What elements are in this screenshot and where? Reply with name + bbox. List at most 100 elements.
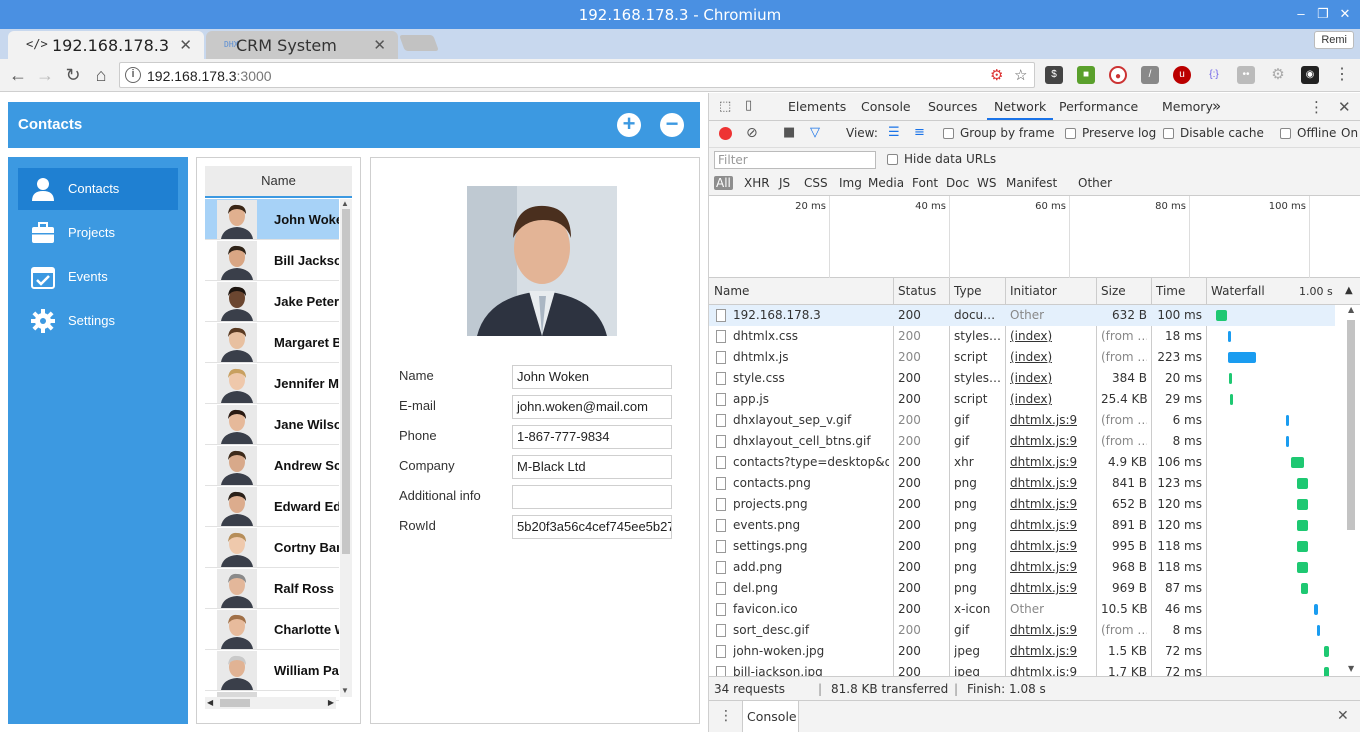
request-row[interactable]: app.js 200 script (index) 25.4 KB 29 ms [709, 389, 1335, 410]
tab-crm[interactable]: DHX CRM System ✕ [206, 31, 398, 59]
request-initiator[interactable]: dhtmlx.js:9 [1010, 581, 1077, 595]
extension-icon[interactable]: $ [1045, 66, 1063, 84]
remove-button[interactable]: − [660, 113, 684, 137]
disable-cache-checkbox[interactable] [1163, 128, 1174, 139]
col-size[interactable]: Size [1101, 284, 1126, 298]
request-initiator[interactable]: (index) [1010, 371, 1052, 385]
sidebar-item-settings[interactable]: Settings [18, 300, 178, 342]
group-by-frame-checkbox[interactable] [943, 128, 954, 139]
request-initiator[interactable]: dhtmlx.js:9 [1010, 413, 1077, 427]
request-row[interactable]: projects.png 200 png dhtmlx.js:9 652 B 120 ms [709, 494, 1335, 515]
table-row[interactable]: Jake Peters [205, 281, 339, 322]
type-filter-font[interactable]: Font [910, 176, 940, 190]
request-initiator[interactable]: (index) [1010, 392, 1052, 406]
scroll-down-icon[interactable]: ▼ [341, 686, 349, 695]
offline-checkbox[interactable] [1280, 128, 1291, 139]
scroll-down-icon[interactable]: ▼ [1348, 664, 1354, 673]
extension-gear-icon[interactable]: ⚙ [1269, 66, 1287, 84]
filter-icon[interactable]: ▽ [810, 125, 820, 140]
table-row[interactable]: Ralf Ross [205, 568, 339, 609]
grid-horizontal-scrollbar[interactable]: ◀ ▶ [205, 697, 336, 709]
request-row[interactable]: 192.168.178.3 200 docu… Other 632 B 100 ms [709, 305, 1335, 326]
type-filter-media[interactable]: Media [866, 176, 906, 190]
address-bar[interactable]: i 192.168.178.3:3000 ⚙ ☆ [119, 62, 1035, 88]
table-row[interactable]: Jennifer Mi [205, 363, 339, 404]
table-row[interactable]: John Woken [205, 199, 339, 240]
request-row[interactable]: dhtmlx.css 200 styles… (index) (from … 18 ms [709, 326, 1335, 347]
inspect-element-icon[interactable]: ⬚ [719, 99, 731, 114]
sidebar-item-events[interactable]: Events [18, 256, 178, 298]
ublock-icon[interactable]: u [1173, 66, 1191, 84]
grid-vertical-scrollbar[interactable]: ▲ ▼ [340, 199, 352, 697]
tab-elements[interactable]: Elements [788, 99, 846, 114]
request-row[interactable]: dhxlayout_sep_v.gif 200 gif dhtmlx.js:9 (fro… [709, 410, 1335, 431]
request-initiator[interactable]: dhtmlx.js:9 [1010, 518, 1077, 532]
tab-sources[interactable]: Sources [928, 99, 977, 114]
record-icon[interactable] [719, 127, 732, 140]
filter-input[interactable]: Filter [714, 151, 876, 169]
info-icon[interactable]: i [125, 67, 141, 83]
device-toolbar-icon[interactable]: ▯ [745, 98, 752, 113]
type-filter-ws[interactable]: WS [975, 176, 998, 190]
reload-icon[interactable]: ↻ [63, 65, 83, 85]
request-initiator[interactable]: dhtmlx.js:9 [1010, 497, 1077, 511]
scroll-left-icon[interactable]: ◀ [207, 698, 213, 707]
close-devtools-icon[interactable]: ✕ [1338, 98, 1351, 116]
scroll-thumb[interactable] [1347, 320, 1355, 530]
extension-icon[interactable]: •• [1237, 66, 1255, 84]
grid-header-name[interactable]: Name [205, 166, 352, 198]
list-view-icon[interactable]: ☰ [888, 125, 900, 140]
more-tabs-icon[interactable]: » [1212, 97, 1221, 115]
col-name[interactable]: Name [714, 284, 749, 298]
add-button[interactable]: + [617, 113, 641, 137]
bookmark-star-icon[interactable]: ☆ [1014, 66, 1027, 84]
throttling-select[interactable]: On [1341, 126, 1358, 140]
table-row[interactable]: Margaret B [205, 322, 339, 363]
request-initiator[interactable]: dhtmlx.js:9 [1010, 560, 1077, 574]
request-row[interactable]: dhxlayout_cell_btns.gif 200 gif dhtmlx.js:9… [709, 431, 1335, 452]
forward-icon[interactable]: → [35, 65, 55, 85]
request-row[interactable]: events.png 200 png dhtmlx.js:9 891 B 120 ms [709, 515, 1335, 536]
request-row[interactable]: contacts?type=desktop&d… 200 xhr dhtmlx.js:… [709, 452, 1335, 473]
tab-close-icon[interactable]: ✕ [373, 36, 386, 54]
type-filter-css[interactable]: CSS [802, 176, 830, 190]
additional-info-field[interactable] [512, 485, 672, 509]
table-row[interactable]: Andrew Sc [205, 445, 339, 486]
requests-scrollbar[interactable]: ▲ ▼ [1337, 305, 1360, 676]
table-row[interactable]: William Par [205, 650, 339, 691]
waterfall-view-icon[interactable]: ≡ [914, 125, 925, 140]
request-row[interactable]: contacts.png 200 png dhtmlx.js:9 841 B 123 ms [709, 473, 1335, 494]
tab-console[interactable]: Console [861, 99, 911, 114]
request-row[interactable]: style.css 200 styles… (index) 384 B 20 ms [709, 368, 1335, 389]
table-row[interactable]: Edward Ede [205, 486, 339, 527]
menu-icon[interactable]: ⋮ [1333, 66, 1351, 84]
request-row[interactable]: john-woken.jpg 200 jpeg dhtmlx.js:9 1.5 KB 72… [709, 641, 1335, 662]
profile-button[interactable]: Remi [1314, 31, 1354, 49]
type-filter-img[interactable]: Img [837, 176, 864, 190]
drawer-menu-icon[interactable]: ⋮ [719, 708, 733, 724]
scroll-thumb[interactable] [342, 209, 350, 554]
col-waterfall[interactable]: Waterfall [1211, 284, 1265, 298]
col-status[interactable]: Status [898, 284, 936, 298]
hide-data-urls-checkbox[interactable] [887, 154, 898, 165]
table-row[interactable]: Cortny Barr [205, 527, 339, 568]
devtools-menu-icon[interactable]: ⋮ [1309, 98, 1324, 116]
type-filter-doc[interactable]: Doc [944, 176, 971, 190]
e-mail-field[interactable]: john.woken@mail.com [512, 395, 672, 419]
screenshot-camera-icon[interactable]: ■ [783, 125, 795, 140]
table-row[interactable]: Charlotte W [205, 609, 339, 650]
type-filter-other[interactable]: Other [1076, 176, 1114, 190]
extension-icon[interactable]: ◉ [1301, 66, 1319, 84]
request-initiator[interactable]: dhtmlx.js:9 [1010, 476, 1077, 490]
col-initiator[interactable]: Initiator [1010, 284, 1057, 298]
new-tab-button[interactable] [399, 35, 439, 51]
type-filter-js[interactable]: JS [777, 176, 792, 190]
phone-field[interactable]: 1-867-777-9834 [512, 425, 672, 449]
col-type[interactable]: Type [954, 284, 982, 298]
home-icon[interactable]: ⌂ [91, 65, 111, 85]
request-initiator[interactable]: dhtmlx.js:9 [1010, 434, 1077, 448]
extension-icon[interactable]: {:} [1205, 66, 1223, 84]
scroll-up-icon[interactable]: ▲ [1348, 305, 1354, 314]
request-initiator[interactable]: dhtmlx.js:9 [1010, 455, 1077, 469]
request-initiator[interactable]: dhtmlx.js:9 [1010, 644, 1077, 658]
